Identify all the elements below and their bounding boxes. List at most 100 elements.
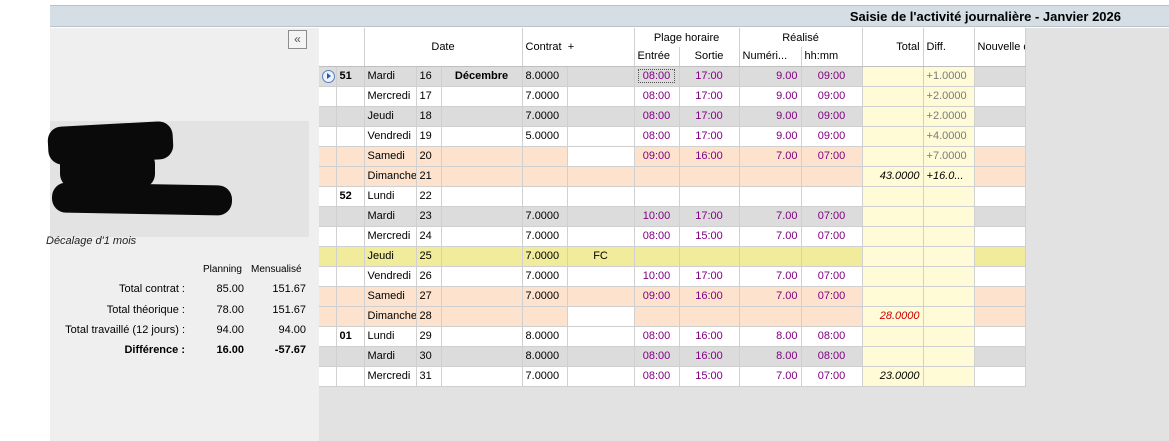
- hhmm-cell[interactable]: 09:00: [801, 86, 863, 107]
- hhmm-cell[interactable]: 09:00: [801, 106, 863, 127]
- hhmm-cell[interactable]: 09:00: [801, 126, 863, 147]
- table-row[interactable]: Samedi 27 7.0000 09:00 16:00 7.00 07:00: [319, 286, 1137, 307]
- row-selector[interactable]: [319, 326, 337, 347]
- row-selector[interactable]: [319, 86, 337, 107]
- code-cell[interactable]: [567, 266, 635, 287]
- nouvelle-categorie-cell[interactable]: [974, 326, 1026, 347]
- row-selector[interactable]: [319, 306, 337, 327]
- sortie-cell[interactable]: 17:00: [679, 86, 740, 107]
- hhmm-cell[interactable]: [801, 246, 863, 267]
- code-cell[interactable]: [567, 66, 635, 87]
- header-nouvelle-categorie[interactable]: Nouvelle catégorie: [974, 28, 1026, 67]
- entree-cell[interactable]: 08:00: [634, 106, 680, 127]
- entree-cell[interactable]: 10:00: [634, 266, 680, 287]
- code-cell[interactable]: [567, 86, 635, 107]
- table-row[interactable]: Mercredi 24 7.0000 08:00 15:00 7.00 07:00: [319, 226, 1137, 247]
- contrat-cell[interactable]: 7.0000: [522, 246, 568, 267]
- code-cell[interactable]: [567, 106, 635, 127]
- contrat-cell[interactable]: [522, 306, 568, 327]
- header-total[interactable]: Total: [862, 28, 924, 67]
- nouvelle-categorie-cell[interactable]: [974, 86, 1026, 107]
- hhmm-cell[interactable]: 09:00: [801, 66, 863, 87]
- code-cell[interactable]: [567, 126, 635, 147]
- contrat-cell[interactable]: 7.0000: [522, 266, 568, 287]
- code-cell[interactable]: [567, 306, 635, 327]
- hhmm-cell[interactable]: [801, 166, 863, 187]
- contrat-cell[interactable]: [522, 186, 568, 207]
- table-row[interactable]: Dimanche 21 43.0000 +16.0...: [319, 166, 1137, 187]
- nouvelle-categorie-cell[interactable]: [974, 126, 1026, 147]
- header-diff[interactable]: Diff.: [923, 28, 975, 67]
- sortie-cell[interactable]: 17:00: [679, 106, 740, 127]
- hhmm-cell[interactable]: 07:00: [801, 286, 863, 307]
- code-cell[interactable]: [567, 146, 635, 167]
- table-row[interactable]: Mardi 23 7.0000 10:00 17:00 7.00 07:00: [319, 206, 1137, 227]
- hhmm-cell[interactable]: 08:00: [801, 346, 863, 367]
- contrat-cell[interactable]: 8.0000: [522, 66, 568, 87]
- nouvelle-categorie-cell[interactable]: [974, 246, 1026, 267]
- sortie-cell[interactable]: 17:00: [679, 66, 740, 87]
- row-selector[interactable]: [319, 166, 337, 187]
- sortie-cell[interactable]: 17:00: [679, 206, 740, 227]
- nouvelle-categorie-cell[interactable]: [974, 346, 1026, 367]
- contrat-cell[interactable]: 7.0000: [522, 366, 568, 387]
- code-cell[interactable]: [567, 326, 635, 347]
- numeric-cell[interactable]: 8.00: [739, 346, 802, 367]
- code-cell[interactable]: [567, 286, 635, 307]
- nouvelle-categorie-cell[interactable]: [974, 166, 1026, 187]
- row-selector[interactable]: [319, 286, 337, 307]
- table-row[interactable]: Dimanche 28 28.0000: [319, 306, 1137, 327]
- nouvelle-categorie-cell[interactable]: [974, 226, 1026, 247]
- numeric-cell[interactable]: 8.00: [739, 326, 802, 347]
- hhmm-cell[interactable]: [801, 186, 863, 207]
- numeric-cell[interactable]: [739, 186, 802, 207]
- contrat-cell[interactable]: 7.0000: [522, 226, 568, 247]
- header-date[interactable]: Date: [364, 28, 523, 67]
- sortie-cell[interactable]: 16:00: [679, 346, 740, 367]
- entree-cell[interactable]: 08:00: [634, 86, 680, 107]
- table-row[interactable]: Mercredi 31 7.0000 08:00 15:00 7.00 07:00 23.00…: [319, 366, 1137, 387]
- numeric-cell[interactable]: [739, 166, 802, 187]
- sortie-cell[interactable]: 17:00: [679, 266, 740, 287]
- row-selector[interactable]: [319, 366, 337, 387]
- code-cell[interactable]: [567, 206, 635, 227]
- hhmm-cell[interactable]: [801, 306, 863, 327]
- entree-cell[interactable]: 10:00: [634, 206, 680, 227]
- nouvelle-categorie-cell[interactable]: [974, 146, 1026, 167]
- hhmm-cell[interactable]: 07:00: [801, 206, 863, 227]
- sortie-cell[interactable]: 17:00: [679, 126, 740, 147]
- nouvelle-categorie-cell[interactable]: [974, 206, 1026, 227]
- sortie-cell[interactable]: [679, 306, 740, 327]
- table-row[interactable]: 51 Mardi 16 Décembre 8.0000 08:00 17:00 9.00 09:…: [319, 66, 1137, 87]
- contrat-cell[interactable]: [522, 166, 568, 187]
- table-row[interactable]: Mardi 30 8.0000 08:00 16:00 8.00 08:00: [319, 346, 1137, 367]
- sortie-cell[interactable]: 15:00: [679, 226, 740, 247]
- hhmm-cell[interactable]: 07:00: [801, 266, 863, 287]
- nouvelle-categorie-cell[interactable]: [974, 366, 1026, 387]
- sortie-cell[interactable]: 16:00: [679, 286, 740, 307]
- hhmm-cell[interactable]: 08:00: [801, 326, 863, 347]
- nouvelle-categorie-cell[interactable]: [974, 286, 1026, 307]
- table-row[interactable]: Mercredi 17 7.0000 08:00 17:00 9.00 09:00 +2.00…: [319, 86, 1137, 107]
- entree-cell[interactable]: [634, 246, 680, 267]
- header-contrat[interactable]: Contrat +: [522, 28, 635, 67]
- table-row[interactable]: Vendredi 19 5.0000 08:00 17:00 9.00 09:00 +4.00…: [319, 126, 1137, 147]
- entree-cell[interactable]: 08:00: [634, 66, 680, 87]
- numeric-cell[interactable]: 9.00: [739, 66, 802, 87]
- numeric-cell[interactable]: 7.00: [739, 366, 802, 387]
- contrat-cell[interactable]: 5.0000: [522, 126, 568, 147]
- numeric-cell[interactable]: 7.00: [739, 226, 802, 247]
- table-row[interactable]: Jeudi 25 7.0000 FC: [319, 246, 1137, 267]
- contrat-cell[interactable]: 7.0000: [522, 106, 568, 127]
- hhmm-cell[interactable]: 07:00: [801, 226, 863, 247]
- sortie-cell[interactable]: [679, 246, 740, 267]
- table-row[interactable]: Samedi 20 09:00 16:00 7.00 07:00 +7.0000: [319, 146, 1137, 167]
- nouvelle-categorie-cell[interactable]: [974, 186, 1026, 207]
- header-entree[interactable]: Entrée: [634, 47, 680, 67]
- numeric-cell[interactable]: 9.00: [739, 126, 802, 147]
- numeric-cell[interactable]: 7.00: [739, 266, 802, 287]
- entree-cell[interactable]: 08:00: [634, 366, 680, 387]
- row-selector[interactable]: [319, 126, 337, 147]
- row-selector[interactable]: [319, 246, 337, 267]
- row-selector[interactable]: [319, 266, 337, 287]
